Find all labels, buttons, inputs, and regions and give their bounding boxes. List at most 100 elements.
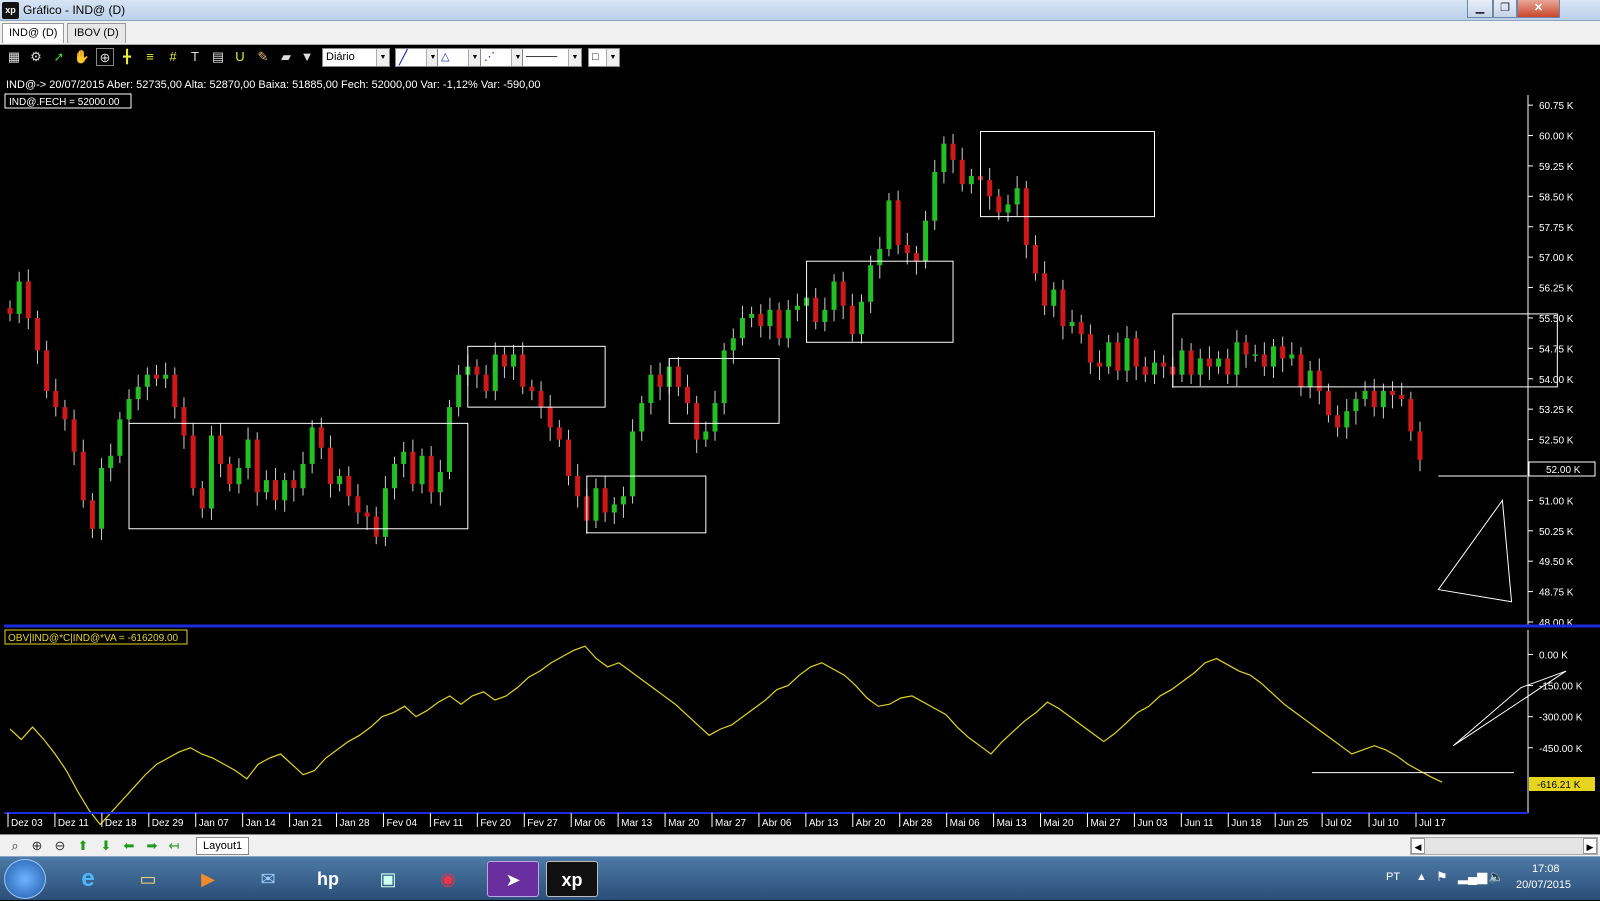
restore-icon[interactable]: ❐	[1493, 0, 1517, 18]
horizontal-lines-icon[interactable]: ≡	[141, 48, 159, 66]
chrome-icon[interactable]: ◉	[422, 861, 474, 897]
arrow-app-icon[interactable]: ➤	[487, 861, 539, 897]
zoom-in-icon[interactable]: ⊕	[28, 837, 46, 855]
toolbar: ▦ ⚙ ➚ ✋ ⊕ ╋ ≡ # T ▤ U ✎ ▰ ▼ Diário ▼ ╱ ▼…	[0, 45, 1600, 70]
crosshair-icon[interactable]: ╋	[118, 48, 136, 66]
candle-body	[254, 439, 260, 493]
brush-icon[interactable]: ✎	[254, 48, 272, 66]
tab-ibov[interactable]: IBOV (D)	[67, 23, 126, 43]
tab-ind[interactable]: IND@ (D)	[2, 23, 65, 43]
clock-date[interactable]: 20/07/2015	[1516, 879, 1571, 891]
candle-body	[1124, 338, 1130, 371]
cursor-icon[interactable]: ➚	[50, 48, 68, 66]
candle-body	[190, 435, 196, 489]
candle-body	[144, 374, 150, 387]
time-tick-label: Jun 03	[1137, 818, 1167, 829]
scroll-left-icon[interactable]: ◀	[1411, 838, 1425, 854]
candle-body	[556, 427, 562, 440]
volume-icon[interactable]: 🔈	[1488, 869, 1504, 885]
horizontal-scrollbar[interactable]: ◀ ▶	[1410, 837, 1598, 855]
candle-body	[62, 407, 68, 420]
eraser-icon[interactable]: ▰	[277, 48, 295, 66]
clock-time[interactable]: 17:08	[1532, 863, 1560, 875]
time-tick-label: Jan 28	[340, 818, 370, 829]
chart-type-icon[interactable]: ▦	[5, 48, 23, 66]
network-icon[interactable]: ▂▄▆	[1458, 869, 1487, 885]
xp-icon[interactable]: xp	[546, 861, 598, 897]
svg-text:-616.21 K: -616.21 K	[1537, 780, 1581, 791]
start-button[interactable]	[4, 859, 46, 899]
arrow-right-icon[interactable]: ➡	[143, 837, 161, 855]
hand-icon[interactable]: ✋	[73, 48, 91, 66]
candle-body	[1161, 362, 1167, 367]
arrow-first-icon[interactable]: ↤	[165, 837, 183, 855]
candle-body	[1243, 342, 1249, 355]
settings-icon[interactable]: ⚙	[27, 48, 45, 66]
explorer-icon[interactable]: ▭	[122, 861, 174, 897]
candle-body	[611, 504, 617, 513]
candle-body	[1289, 354, 1295, 359]
ie-icon[interactable]: e	[62, 861, 114, 897]
line-tool-select[interactable]: ╱ ▼	[395, 48, 440, 67]
price-tick-label: 53.25 K	[1539, 405, 1574, 416]
calculator-icon[interactable]: ▤	[209, 48, 227, 66]
candle-body	[593, 488, 599, 521]
candle-body	[694, 403, 700, 440]
candle-body	[1069, 322, 1075, 327]
candle-body	[428, 455, 434, 493]
arrow-down-icon[interactable]: ⬇	[97, 837, 115, 855]
chevron-down-icon: ▼	[606, 49, 619, 66]
candle-body	[53, 390, 59, 408]
action-center-icon[interactable]: ⚑	[1436, 869, 1448, 885]
time-tick-label: Abr 06	[762, 818, 792, 829]
fan-tool-select[interactable]: ⋰ ▼	[480, 48, 525, 67]
price-panel	[7, 130, 1558, 603]
candle-body	[749, 313, 755, 318]
fan-tool-icon: ⋰	[484, 51, 495, 63]
candle-body	[456, 374, 462, 408]
candle-body	[99, 467, 105, 529]
candle-body	[364, 512, 370, 517]
period-select[interactable]: Diário ▼	[322, 48, 390, 67]
candle-body	[300, 463, 306, 489]
candle-body	[776, 309, 782, 339]
shape-tool-select[interactable]: △ ▼	[437, 48, 482, 67]
candle-body	[89, 500, 95, 529]
arrow-up-icon[interactable]: ⬆	[74, 837, 92, 855]
folder-icon[interactable]: ▣	[362, 861, 414, 897]
candle-body	[529, 386, 535, 391]
language-indicator[interactable]: PT	[1386, 871, 1400, 883]
line-style-select[interactable]: ──── ▼	[522, 48, 582, 67]
layout-tab[interactable]: Layout1	[196, 837, 250, 855]
media-player-icon[interactable]: ▶	[182, 861, 234, 897]
time-tick-label: Fev 20	[480, 818, 511, 829]
candle-body	[620, 496, 626, 505]
text-tool-icon[interactable]: T	[186, 48, 204, 66]
zoom-out-icon[interactable]: ⊖	[51, 837, 69, 855]
scroll-right-icon[interactable]: ▶	[1583, 838, 1597, 854]
magnet-icon[interactable]: U	[231, 48, 249, 66]
candle-body	[639, 403, 645, 432]
filter-icon[interactable]: ▼	[298, 48, 316, 66]
chart-area[interactable]: IND@-> 20/07/2015 Aber: 52735,00 Alta: 5…	[0, 70, 1600, 848]
time-tick-label: Jul 17	[1419, 818, 1446, 829]
arrow-left-icon[interactable]: ⬅	[120, 837, 138, 855]
color-select[interactable]: □ ▼	[588, 48, 620, 67]
show-hidden-icon[interactable]: ▲	[1416, 871, 1427, 883]
close-icon[interactable]: ✕	[1517, 0, 1560, 18]
candle-body	[538, 390, 544, 408]
grid-lines-icon[interactable]: #	[164, 48, 182, 66]
minimize-icon[interactable]: ▁	[1467, 0, 1493, 18]
price-tick-label: 60.75 K	[1539, 101, 1574, 112]
time-tick-label: Abr 13	[809, 818, 839, 829]
time-tick-label: Jun 11	[1184, 818, 1214, 829]
hp-icon[interactable]: hp	[302, 861, 354, 897]
mail-icon[interactable]: ✉	[242, 861, 294, 897]
candle-body	[566, 439, 572, 477]
candle-body	[1014, 188, 1020, 205]
candle-body	[547, 407, 553, 428]
zoom-area-icon[interactable]: ⊕	[96, 48, 114, 66]
obv-label: OBV|IND@*C|IND@*VA = -616209.00	[8, 633, 179, 644]
zoom-fit-icon[interactable]: ⌕	[6, 837, 24, 855]
time-tick-label: Mai 13	[997, 818, 1027, 829]
